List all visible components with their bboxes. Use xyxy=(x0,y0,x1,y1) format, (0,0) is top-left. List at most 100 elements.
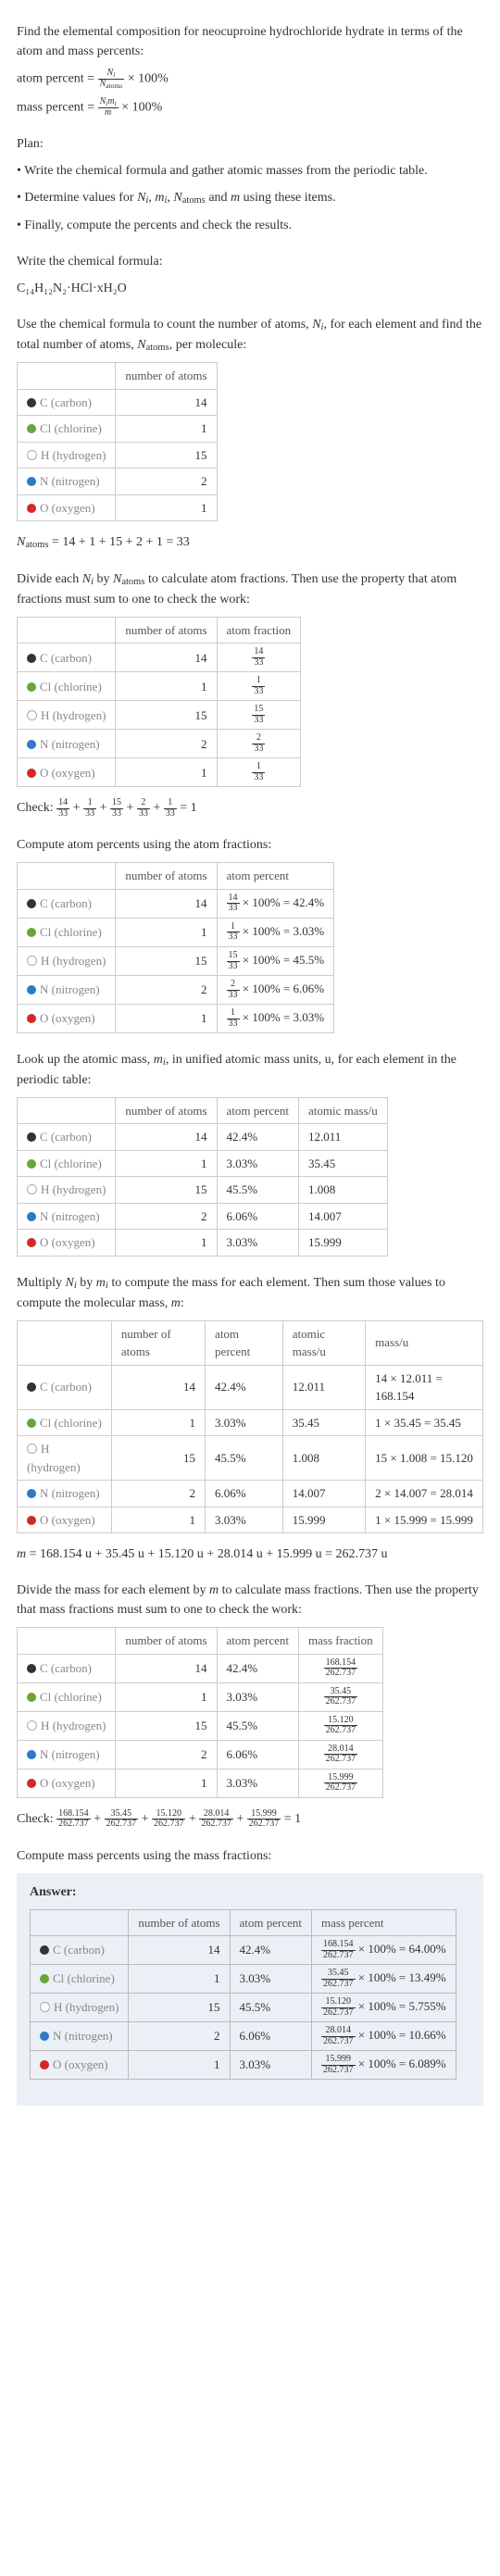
cell: 3.03% xyxy=(217,1682,299,1711)
elem-label: N (nitrogen) xyxy=(40,737,100,751)
cell: 15 xyxy=(116,1711,217,1740)
elem-label: O (oxygen) xyxy=(40,766,95,780)
elem-label: C (carbon) xyxy=(40,1661,92,1675)
suffix: × 100% = xyxy=(356,1942,409,1956)
cell: 14 xyxy=(116,644,217,672)
cell: 45.5% xyxy=(217,1711,299,1740)
elem-label: N (nitrogen) xyxy=(40,474,100,488)
cell: 42.4% xyxy=(230,1936,312,1965)
cell: 6.06% xyxy=(217,1203,299,1230)
table-row: O (oxygen)13.03%15.999262.737 × 100% = 6… xyxy=(31,2051,456,2080)
count-pre: Use the chemical formula to count the nu… xyxy=(17,318,312,331)
table-row: H (hydrogen)151533 xyxy=(18,701,301,730)
table-row: N (nitrogen)26.06%28.014262.737 xyxy=(18,1740,383,1769)
cell: 14 xyxy=(111,1365,205,1409)
cell: 1.008 xyxy=(299,1177,388,1204)
elem-label: H (hydrogen) xyxy=(41,708,106,722)
div-mid: by xyxy=(94,572,113,586)
oxygen-dot-icon xyxy=(27,769,36,778)
cell: 1 xyxy=(116,416,217,443)
cell: 3.03% xyxy=(206,1507,283,1533)
atomic-mass-heading: Look up the atomic mass, mi, in unified … xyxy=(17,1050,483,1090)
elem-label: O (oxygen) xyxy=(40,1776,95,1790)
nitrogen-dot-icon xyxy=(27,477,36,486)
cell: 42.4% xyxy=(217,1124,299,1151)
elem-label: H (hydrogen) xyxy=(41,1719,106,1732)
frac: 1533 xyxy=(252,705,265,725)
mul-post: : xyxy=(181,1296,184,1310)
elem-label: N (nitrogen) xyxy=(40,982,100,996)
nitrogen-dot-icon xyxy=(27,985,36,994)
elem-label: N (nitrogen) xyxy=(53,2029,113,2043)
div-pre: Divide each xyxy=(17,572,82,586)
table-row: N (nitrogen)2233 xyxy=(18,730,301,758)
suffix: × 100% = xyxy=(356,2028,409,2042)
cell: 1 xyxy=(116,1150,217,1177)
table-row: O (oxygen)13.03%15.9991 × 15.999 = 15.99… xyxy=(18,1507,483,1533)
cell: 15 xyxy=(129,1994,230,2022)
cell: 15.999 xyxy=(282,1507,365,1533)
elem-label: C (carbon) xyxy=(40,651,92,665)
answer-label: Answer: xyxy=(30,1882,470,1902)
atom-percent-label: atom percent = xyxy=(17,72,98,86)
cell: 14 xyxy=(116,1654,217,1682)
col-num-atoms: number of atoms xyxy=(116,863,217,890)
cell: 14 xyxy=(129,1936,230,1965)
oxygen-dot-icon xyxy=(27,1779,36,1788)
elem-label: H (hydrogen) xyxy=(41,448,106,462)
cell: 42.4% xyxy=(217,1654,299,1682)
cell: 1 xyxy=(129,2051,230,2080)
plan-line-2: • Determine values for Ni, mi, Natoms an… xyxy=(17,188,483,208)
table-num-atoms: number of atoms C (carbon)14 Cl (chlorin… xyxy=(17,362,218,521)
hydrogen-dot-icon xyxy=(27,1444,37,1454)
cell: 2 xyxy=(116,1203,217,1230)
carbon-dot-icon xyxy=(40,1945,49,1955)
cell: 1 xyxy=(111,1409,205,1436)
cell: 12.011 xyxy=(282,1365,365,1409)
col-mass-fraction: mass fraction xyxy=(299,1628,383,1655)
elem-label: Cl (chlorine) xyxy=(53,1971,115,1985)
elem-label: C (carbon) xyxy=(40,1130,92,1144)
oxygen-dot-icon xyxy=(27,504,36,513)
compute-mass-heading: Multiply Ni by mi to compute the mass fo… xyxy=(17,1273,483,1313)
table-row: Cl (chlorine)13.03%35.45262.737 × 100% =… xyxy=(31,1965,456,1994)
elem-label: N (nitrogen) xyxy=(40,1747,100,1761)
val: 45.5% xyxy=(294,953,325,967)
cell: 3.03% xyxy=(217,1150,299,1177)
frac: 133 xyxy=(252,762,265,782)
cell: 3.03% xyxy=(230,2051,312,2080)
carbon-dot-icon xyxy=(27,899,36,908)
chemical-formula: C₁₄H₁₂N₂·HCl·xH₂O xyxy=(17,279,483,298)
elem-label: C (carbon) xyxy=(40,896,92,910)
table-row: Cl (chlorine)13.03%35.451 × 35.45 = 35.4… xyxy=(18,1409,483,1436)
cell: 2 xyxy=(116,469,217,495)
oxygen-dot-icon xyxy=(27,1014,36,1023)
col-num-atoms: number of atoms xyxy=(129,1909,230,1936)
cell: 14.007 xyxy=(299,1203,388,1230)
times-100-2: × 100% xyxy=(121,100,162,114)
frac: 28.014262.737 xyxy=(324,1744,358,1765)
col-num-atoms: number of atoms xyxy=(116,617,217,644)
table-row: H (hydrogen)15 xyxy=(18,442,218,469)
cell: 2 xyxy=(129,2022,230,2051)
oxygen-dot-icon xyxy=(27,1516,36,1525)
mul-mid: by xyxy=(77,1276,96,1290)
chlorine-dot-icon xyxy=(27,928,36,937)
table-mass: number of atomsatom percentatomic mass/u… xyxy=(17,1320,483,1534)
times-100: × 100% xyxy=(128,72,169,86)
hydrogen-dot-icon xyxy=(40,2002,50,2012)
nitrogen-dot-icon xyxy=(27,1489,36,1498)
elem-label: H (hydrogen) xyxy=(41,1182,106,1196)
col-atom-percent: atom percent xyxy=(230,1909,312,1936)
table-row: H (hydrogen)151533 × 100% = 45.5% xyxy=(18,946,334,975)
elem-label: O (oxygen) xyxy=(40,1011,95,1025)
mass-fraction-heading: Divide the mass for each element by m to… xyxy=(17,1581,483,1619)
table-row: H (hydrogen)1545.5%1.00815 × 1.008 = 15.… xyxy=(18,1436,483,1481)
cell: 1 xyxy=(129,1965,230,1994)
molecular-mass-sum: m = 168.154 u + 35.45 u + 15.120 u + 28.… xyxy=(17,1544,483,1564)
cell: 14 × 12.011 = 168.154 xyxy=(366,1365,483,1409)
table-atomic-mass: number of atomsatom percentatomic mass/u… xyxy=(17,1097,388,1257)
hydrogen-dot-icon xyxy=(27,450,37,460)
plan-l2-post: using these items. xyxy=(240,191,335,205)
check-right: = 1 xyxy=(180,802,196,816)
